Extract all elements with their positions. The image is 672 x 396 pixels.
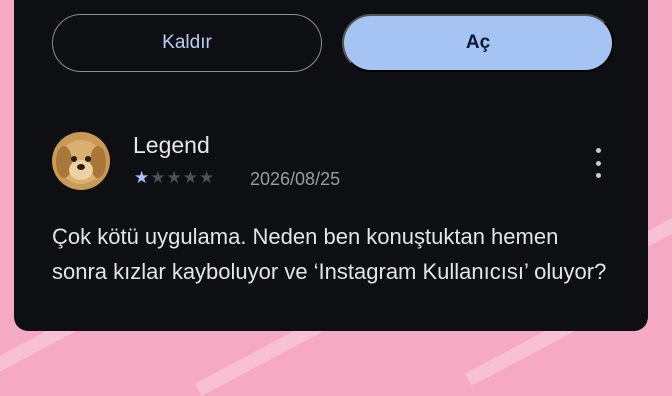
remove-button[interactable]: Kaldır [52,14,322,72]
more-vert-icon[interactable] [588,148,608,178]
star-empty-icon: ★ [166,168,183,187]
reviewer-name: Legend [133,132,210,158]
review-date: 2026/08/25 [250,169,341,189]
star-empty-icon: ★ [182,168,199,187]
star-empty-icon: ★ [150,168,167,187]
review-text: Çok kötü uygulama. Neden ben konuştuktan… [52,224,607,284]
open-button[interactable]: Aç [342,14,614,72]
star-filled-icon: ★ [134,168,151,187]
star-rating: ★★★★★ [134,168,215,188]
review-card: Kaldır Aç Legend ★★★★★ 2026/08/25 Çok kö… [14,0,648,331]
star-empty-icon: ★ [199,168,216,187]
dog-avatar-icon [52,132,110,190]
